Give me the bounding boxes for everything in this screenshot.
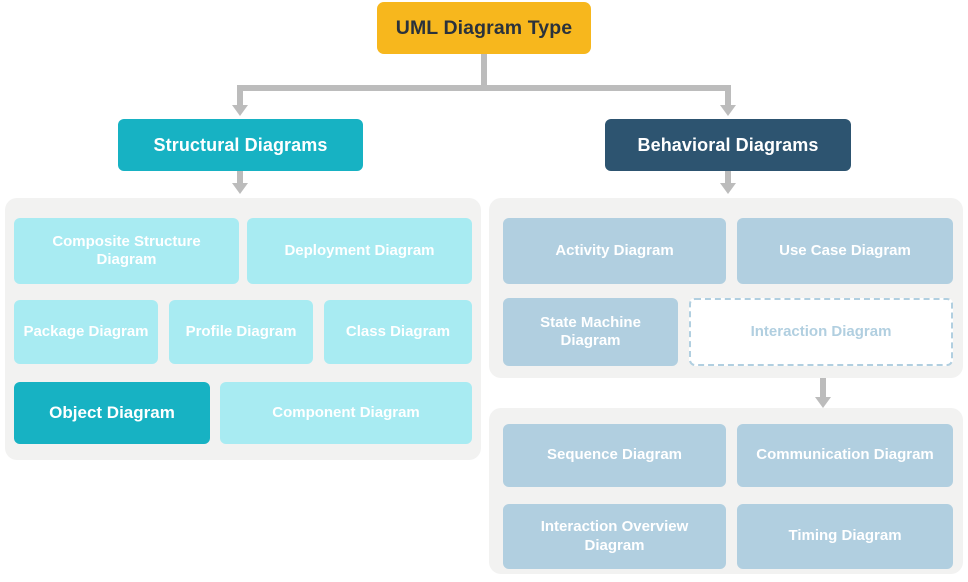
leaf-component-diagram[interactable]: Component Diagram — [220, 382, 472, 444]
arrowhead-behavioral-panel — [720, 183, 736, 194]
arrowhead-interaction-subpanel — [815, 397, 831, 408]
leaf-timing-diagram[interactable]: Timing Diagram — [737, 504, 953, 569]
leaf-interaction-overview-diagram[interactable]: Interaction Overview Diagram — [503, 504, 726, 569]
leaf-composite-structure-diagram[interactable]: Composite Structure Diagram — [14, 218, 239, 284]
branch-structural-diagrams[interactable]: Structural Diagrams — [118, 119, 363, 171]
leaf-communication-diagram[interactable]: Communication Diagram — [737, 424, 953, 487]
leaf-class-diagram[interactable]: Class Diagram — [324, 300, 472, 364]
connector-root-stem — [481, 54, 487, 86]
leaf-profile-diagram[interactable]: Profile Diagram — [169, 300, 313, 364]
leaf-state-machine-diagram[interactable]: State Machine Diagram — [503, 298, 678, 366]
leaf-object-diagram[interactable]: Object Diagram — [14, 382, 210, 444]
root-node-uml-diagram-type[interactable]: UML Diagram Type — [377, 2, 591, 54]
leaf-use-case-diagram[interactable]: Use Case Diagram — [737, 218, 953, 284]
leaf-activity-diagram[interactable]: Activity Diagram — [503, 218, 726, 284]
branch-behavioral-diagrams[interactable]: Behavioral Diagrams — [605, 119, 851, 171]
uml-diagram-canvas: UML Diagram Type Structural Diagrams Beh… — [0, 0, 968, 582]
leaf-package-diagram[interactable]: Package Diagram — [14, 300, 158, 364]
connector-drop-behavioral — [725, 85, 731, 106]
connector-drop-structural — [237, 85, 243, 106]
leaf-interaction-diagram[interactable]: Interaction Diagram — [689, 298, 953, 366]
leaf-deployment-diagram[interactable]: Deployment Diagram — [247, 218, 472, 284]
leaf-sequence-diagram[interactable]: Sequence Diagram — [503, 424, 726, 487]
connector-horizontal-bus — [237, 85, 731, 91]
arrowhead-behavioral — [720, 105, 736, 116]
arrowhead-structural — [232, 105, 248, 116]
arrowhead-structural-panel — [232, 183, 248, 194]
